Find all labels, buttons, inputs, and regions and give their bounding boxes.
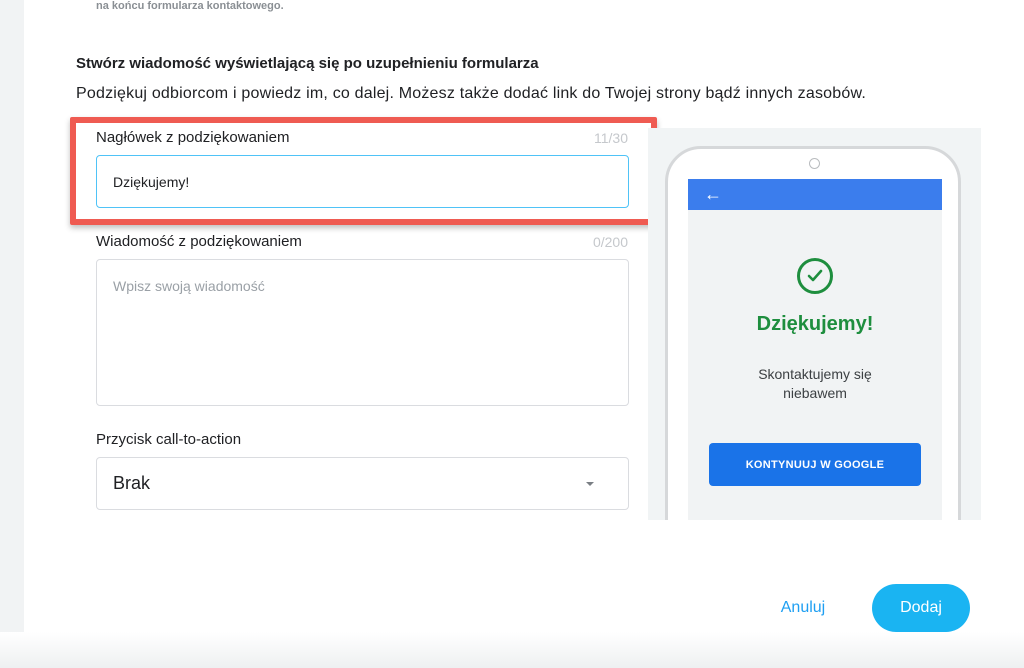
phone-frame: ← Dziękujemy! Skontaktujemy się niebawem… [665, 146, 961, 520]
message-field-label: Wiadomość z podziękowaniem [96, 233, 302, 250]
preview-title: Dziękujemy! [756, 313, 874, 335]
phone-top-bar: ← [688, 179, 942, 210]
bottom-shadow [0, 632, 1024, 668]
message-char-counter: 0/200 [592, 234, 628, 250]
back-arrow-icon: ← [704, 184, 722, 204]
mobile-preview-panel: ← Dziękujemy! Skontaktujemy się niebawem… [648, 128, 981, 520]
phone-camera-icon [809, 158, 820, 169]
cta-select[interactable]: Brak [96, 457, 629, 510]
section-description: Podziękuj odbiorcom i powiedz im, co dal… [76, 85, 866, 102]
preview-cta-button: KONTYNUUJ W GOOGLE [709, 443, 921, 486]
heading-char-counter: 11/30 [594, 130, 628, 146]
phone-screen: ← Dziękujemy! Skontaktujemy się niebawem… [688, 179, 942, 520]
cancel-button[interactable]: Anuluj [768, 590, 838, 626]
chevron-down-icon [586, 481, 594, 486]
left-sidebar-strip [0, 0, 24, 668]
preview-message: Skontaktujemy się niebawem [758, 366, 872, 401]
check-circle-icon [797, 258, 833, 294]
add-button[interactable]: Dodaj [872, 584, 970, 632]
heading-input[interactable] [96, 155, 629, 208]
section-title: Stwórz wiadomość wyświetlającą się po uz… [76, 55, 539, 72]
heading-field-label: Nagłówek z podziękowaniem [96, 129, 290, 146]
message-textarea[interactable] [96, 259, 629, 406]
cta-field-label: Przycisk call-to-action [96, 431, 242, 448]
cta-selected-value: Brak [113, 473, 151, 493]
top-note: na końcu formularza kontaktowego. [96, 0, 284, 12]
